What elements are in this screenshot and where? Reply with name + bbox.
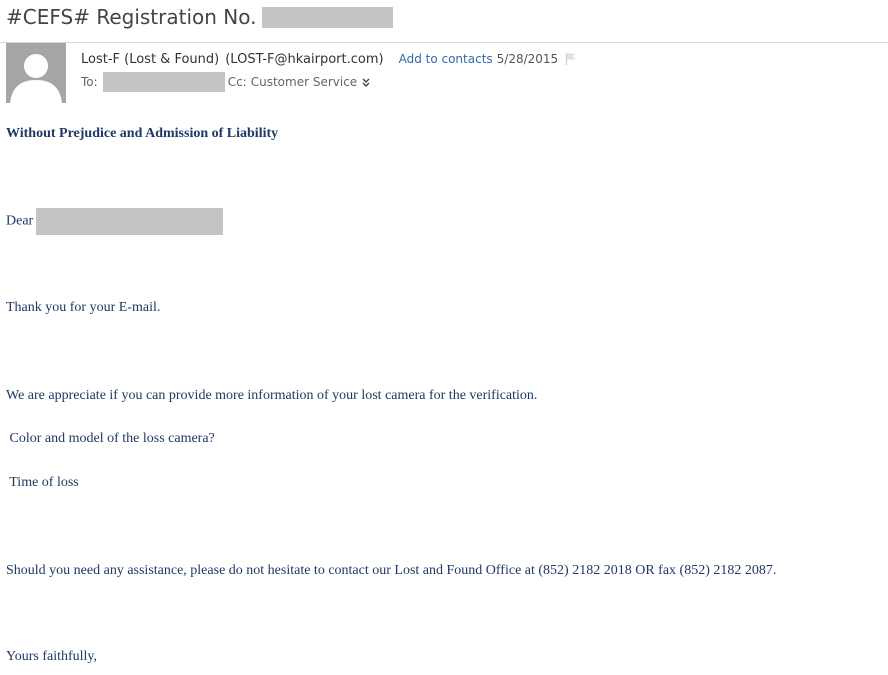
redacted-recipient-name — [36, 208, 224, 235]
subject-text: #CEFS# Registration No. — [6, 5, 257, 29]
sender-name[interactable]: Lost-F (Lost & Found) — [81, 52, 219, 67]
cc-label: Cc: — [227, 75, 247, 89]
redacted-registration-number — [261, 6, 393, 28]
greeting-text: Dear — [6, 213, 34, 229]
sender-email: (LOST-F@hkairport.com) — [225, 51, 384, 67]
double-chevron-down-icon[interactable] — [362, 78, 370, 87]
message-subject: #CEFS# Registration No. — [6, 3, 393, 31]
body-paragraph-contact: Should you need any assistance, please d… — [6, 563, 777, 578]
person-silhouette-icon — [10, 54, 62, 103]
to-label: To: — [81, 75, 98, 89]
sender-avatar[interactable] — [6, 43, 66, 103]
body-question-color-model: Color and model of the loss camera? — [6, 431, 215, 446]
body-closing: Yours faithfully, — [6, 649, 98, 664]
body-paragraph-request: We are appreciate if you can provide mor… — [6, 388, 538, 403]
body-heading: Without Prejudice and Admission of Liabi… — [6, 126, 279, 141]
body-question-time: Time of loss — [6, 475, 79, 490]
greeting-line: Dear — [6, 208, 224, 235]
sender-line: Lost-F (Lost & Found) (LOST-F@hkairport.… — [81, 50, 577, 68]
flag-icon[interactable] — [565, 52, 577, 66]
body-paragraph-thanks: Thank you for your E-mail. — [6, 300, 161, 315]
cc-recipient[interactable]: Customer Service — [251, 75, 357, 89]
add-to-contacts-link[interactable]: Add to contacts — [399, 52, 493, 66]
header-divider — [0, 42, 888, 43]
message-date: 5/28/2015 — [496, 52, 559, 66]
recipients-line: To: Cc: Customer Service — [81, 72, 370, 92]
redacted-recipient — [102, 72, 225, 92]
